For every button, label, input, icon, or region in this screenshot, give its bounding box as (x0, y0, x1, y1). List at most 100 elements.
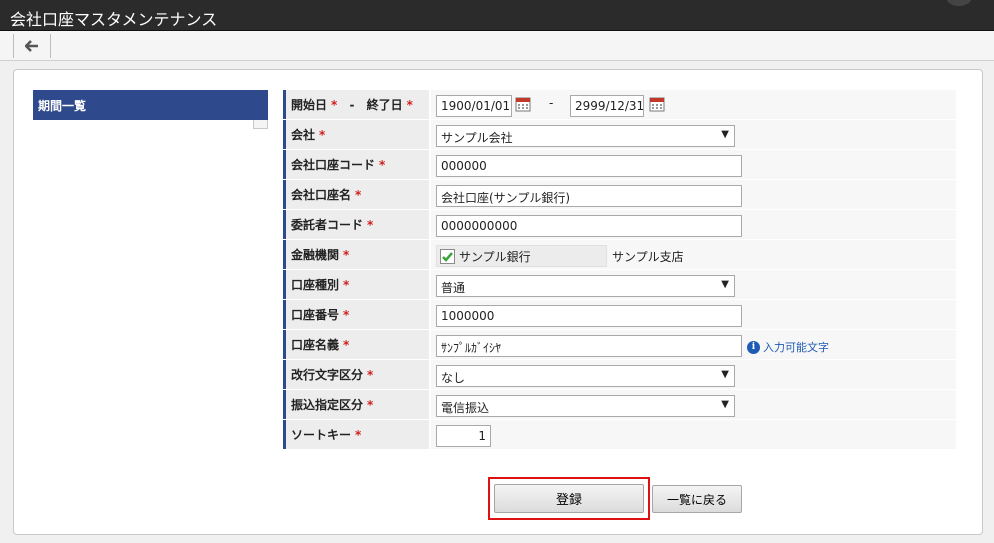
account-code-label-text: 会社口座コード (291, 158, 376, 172)
newline-type-selected: なし (441, 371, 466, 385)
account-type-selected: 普通 (441, 281, 466, 295)
required-mark: * (355, 188, 362, 202)
account-name-input[interactable]: 会社口座(サンプル銀行) (436, 185, 742, 207)
start-date-input[interactable]: 1900/01/01 (436, 95, 512, 117)
account-name-label: 会社口座名 * (283, 180, 429, 209)
account-type-value: 普通 ▼ (431, 270, 956, 299)
consignor-code-input[interactable]: 0000000000 (436, 215, 742, 237)
required-mark: * (343, 338, 350, 352)
account-holder-label-text: 口座名義 (291, 338, 340, 352)
account-name-label-text: 会社口座名 (291, 188, 352, 202)
dropdown-arrow-icon: ▼ (721, 279, 729, 290)
branch-name: サンプル支店 (612, 250, 684, 264)
account-form: 開始日 * - 終了日 * 1900/01/01 - 2999/12/31 会社 * … (283, 90, 956, 450)
form-row-sort-key: ソートキー * 1 (283, 420, 956, 450)
form-row-account-code: 会社口座コード * 000000 (283, 150, 956, 180)
page-title: 会社口座マスタメンテナンス (10, 10, 218, 29)
form-row-newline-type: 改行文字区分 * なし ▼ (283, 360, 956, 390)
account-type-label-text: 口座種別 (291, 278, 340, 292)
institution-value: サンプル銀行 サンプル支店 (431, 240, 956, 269)
company-value: サンプル会社 ▼ (431, 120, 956, 149)
company-select[interactable]: サンプル会社 ▼ (436, 125, 735, 147)
period-label: 開始日 * - 終了日 * (283, 90, 429, 119)
toolbar (0, 31, 994, 61)
institution-label: 金融機関 * (283, 240, 429, 269)
account-name-value: 会社口座(サンプル銀行) (431, 180, 956, 209)
institution-label-text: 金融機関 (291, 248, 340, 262)
dropdown-arrow-icon: ▼ (721, 399, 729, 410)
info-icon: i (747, 340, 760, 354)
consignor-code-value: 0000000000 (431, 210, 956, 239)
form-row-institution: 金融機関 * サンプル銀行 サンプル支店 (283, 240, 956, 270)
account-code-label: 会社口座コード * (283, 150, 429, 179)
form-row-account-type: 口座種別 * 普通 ▼ (283, 270, 956, 300)
dropdown-arrow-icon: ▼ (721, 369, 729, 380)
sort-key-value: 1 (431, 420, 956, 449)
form-row-account-holder: 口座名義 * ｻﾝﾌﾟﾙｶﾞｲｼﾔ i 入力可能文字 (283, 330, 956, 360)
newline-type-label: 改行文字区分 * (283, 360, 429, 389)
transfer-type-value: 電信振込 ▼ (431, 390, 956, 419)
sort-key-input[interactable]: 1 (436, 425, 491, 447)
allowed-chars-link-text: 入力可能文字 (763, 341, 829, 354)
required-mark: * (379, 158, 386, 172)
consignor-code-label: 委託者コード * (283, 210, 429, 239)
sort-key-label: ソートキー * (283, 420, 429, 449)
required-mark: * (331, 98, 338, 112)
checkmark-icon (442, 251, 453, 262)
required-mark: * (367, 398, 374, 412)
required-mark: * (367, 218, 374, 232)
account-number-value: 1000000 (431, 300, 956, 329)
period-value: 1900/01/01 - 2999/12/31 (431, 90, 956, 119)
dropdown-arrow-icon: ▼ (721, 129, 729, 140)
form-row-transfer-type: 振込指定区分 * 電信振込 ▼ (283, 390, 956, 420)
institution-checkbox[interactable] (440, 248, 455, 264)
account-code-input[interactable]: 000000 (436, 155, 742, 177)
sidebar-toggle[interactable] (253, 120, 268, 129)
sort-key-label-text: ソートキー (291, 428, 352, 442)
account-holder-label: 口座名義 * (283, 330, 429, 359)
transfer-type-label-text: 振込指定区分 (291, 398, 364, 412)
calendar-icon[interactable] (515, 96, 531, 112)
newline-type-value: なし ▼ (431, 360, 956, 389)
account-code-value: 000000 (431, 150, 956, 179)
back-button[interactable] (13, 34, 51, 58)
start-date-label: 開始日 (291, 98, 328, 112)
required-mark: * (319, 128, 326, 142)
register-button[interactable]: 登録 (494, 484, 644, 513)
company-label-text: 会社 (291, 128, 316, 142)
form-row-company: 会社 * サンプル会社 ▼ (283, 120, 956, 150)
account-holder-value: ｻﾝﾌﾟﾙｶﾞｲｼﾔ i 入力可能文字 (431, 330, 956, 359)
back-to-list-button[interactable]: 一覧に戻る (652, 485, 742, 513)
account-holder-input[interactable]: ｻﾝﾌﾟﾙｶﾞｲｼﾔ (436, 335, 742, 357)
transfer-type-selected: 電信振込 (441, 401, 490, 415)
bank-name: サンプル銀行 (459, 249, 531, 264)
end-date-label: 終了日 (366, 98, 403, 112)
account-number-input[interactable]: 1000000 (436, 305, 742, 327)
end-date-input[interactable]: 2999/12/31 (570, 95, 644, 117)
period-list-header[interactable]: 期間一覧 (33, 90, 268, 120)
form-row-account-number: 口座番号 * 1000000 (283, 300, 956, 330)
company-label: 会社 * (283, 120, 429, 149)
required-mark: * (343, 308, 350, 322)
allowed-chars-link[interactable]: i 入力可能文字 (747, 339, 829, 355)
transfer-type-select[interactable]: 電信振込 ▼ (436, 395, 735, 417)
form-row-consignor-code: 委託者コード * 0000000000 (283, 210, 956, 240)
titlebar-corner-decoration (946, 0, 972, 6)
institution-selector[interactable]: サンプル銀行 (436, 245, 607, 267)
required-mark: * (343, 278, 350, 292)
newline-type-label-text: 改行文字区分 (291, 368, 364, 382)
required-mark: * (406, 98, 413, 112)
newline-type-select[interactable]: なし ▼ (436, 365, 735, 387)
account-number-label-text: 口座番号 (291, 308, 340, 322)
form-row-account-name: 会社口座名 * 会社口座(サンプル銀行) (283, 180, 956, 210)
form-row-period: 開始日 * - 終了日 * 1900/01/01 - 2999/12/31 (283, 90, 956, 120)
required-mark: * (355, 428, 362, 442)
account-type-label: 口座種別 * (283, 270, 429, 299)
account-type-select[interactable]: 普通 ▼ (436, 275, 735, 297)
calendar-icon[interactable] (649, 96, 665, 112)
transfer-type-label: 振込指定区分 * (283, 390, 429, 419)
range-dash: - (549, 96, 554, 110)
required-mark: * (343, 248, 350, 262)
consignor-code-label-text: 委託者コード (291, 218, 364, 232)
period-separator: - (349, 98, 355, 112)
